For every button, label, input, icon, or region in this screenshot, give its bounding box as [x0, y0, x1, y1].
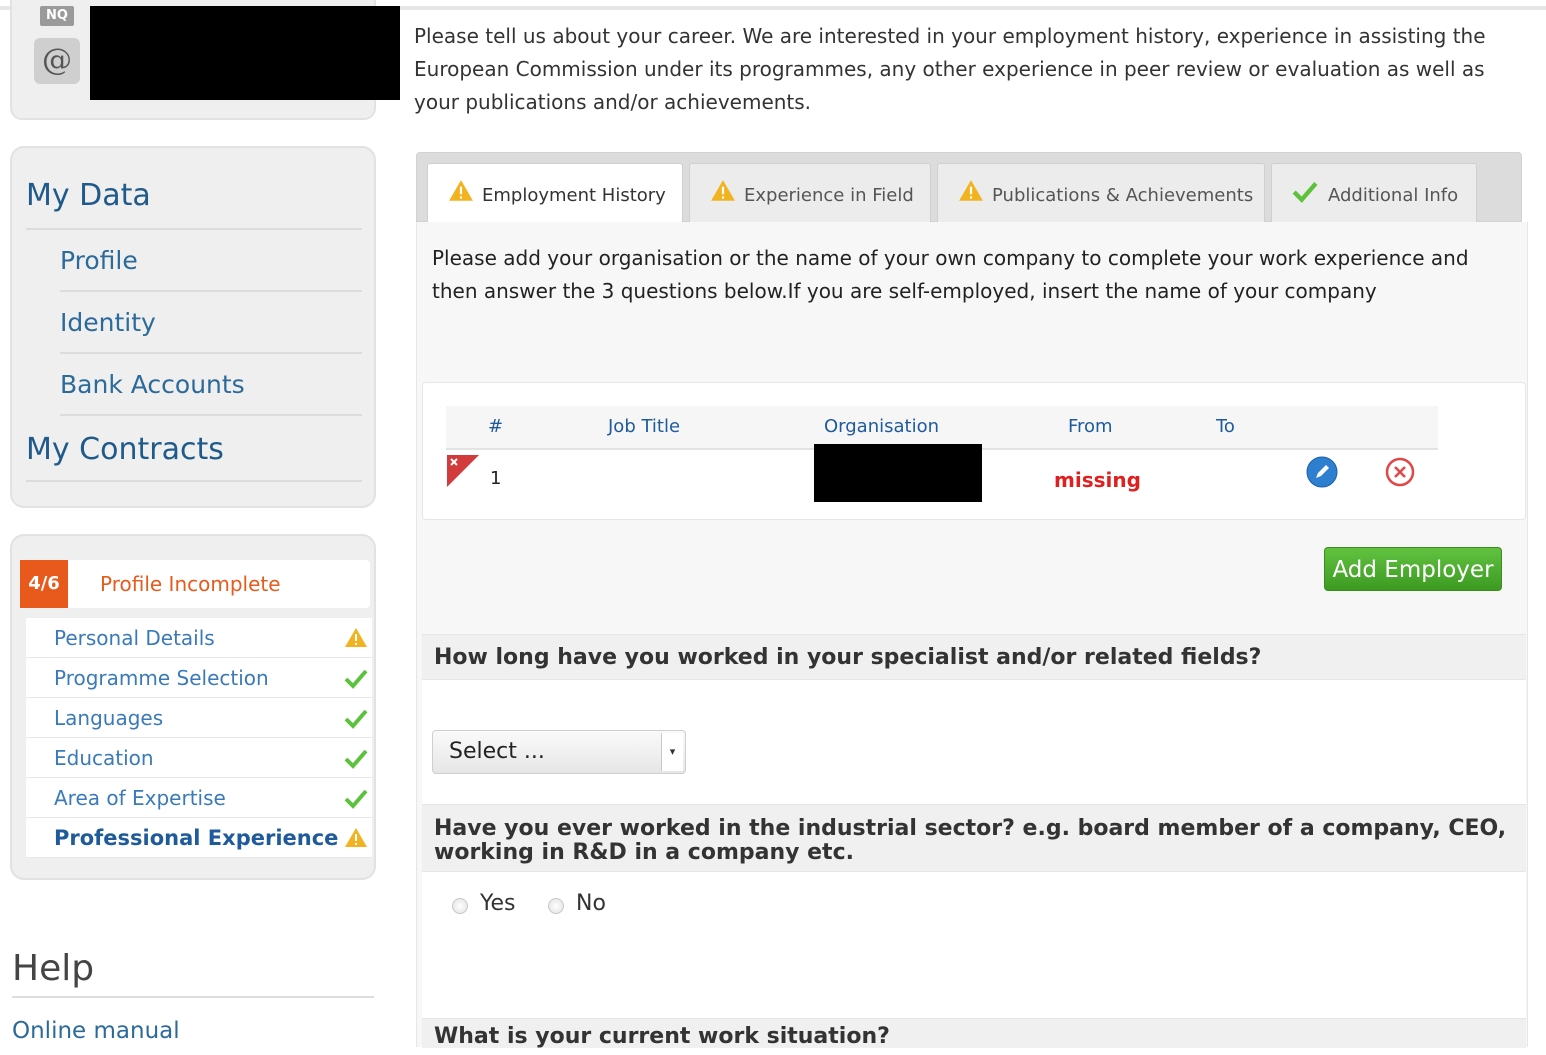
step-label: Professional Experience	[54, 826, 339, 850]
tab-label: Experience in Field	[744, 185, 914, 206]
radio-no[interactable]	[548, 898, 564, 914]
warning-icon	[449, 180, 473, 201]
tab-label: Additional Info	[1328, 185, 1459, 206]
nav-item-bank-accounts[interactable]: Bank Accounts	[60, 370, 245, 399]
step-label: Personal Details	[54, 626, 215, 650]
select-value: Select ...	[449, 739, 545, 764]
checkmark-icon	[1292, 181, 1318, 203]
help-title: Help	[12, 948, 95, 989]
missing-from-date: missing	[1054, 468, 1141, 492]
table-header-bg	[446, 406, 1438, 448]
warning-icon	[711, 180, 735, 201]
nav-item-profile[interactable]: Profile	[60, 246, 138, 275]
nav-separator	[60, 414, 362, 416]
checkmark-icon	[344, 789, 368, 809]
step-area-of-expertise[interactable]: Area of Expertise	[26, 778, 372, 818]
col-header-job-title: Job Title	[608, 416, 681, 437]
incomplete-flag-icon	[447, 455, 479, 487]
question-industrial-sector: Have you ever worked in the industrial s…	[422, 804, 1526, 872]
profile-status-header: 4/6 Profile Incomplete	[20, 560, 370, 608]
nav-separator	[60, 352, 362, 354]
delete-icon[interactable]	[1384, 456, 1416, 488]
step-label: Area of Expertise	[54, 786, 226, 810]
nav-separator	[60, 290, 362, 292]
step-label: Programme Selection	[54, 666, 269, 690]
radio-yes-label: Yes	[480, 891, 516, 916]
chevron-down-icon: ▾	[661, 733, 683, 771]
tabs-bar: Employment History Experience in Field P…	[416, 152, 1522, 225]
employment-instructions: Please add your organisation or the name…	[432, 246, 1469, 303]
step-professional-experience[interactable]: Professional Experience	[26, 818, 372, 858]
tab-experience-in-field[interactable]: Experience in Field	[689, 163, 931, 223]
nav-box: My Data Profile Identity Bank Accounts M…	[10, 146, 376, 508]
redacted-organisation	[814, 444, 982, 502]
question-work-duration: How long have you worked in your special…	[422, 634, 1526, 680]
radio-no-label: No	[576, 891, 606, 916]
sidebar: NQ @ My Data Profile Identity Bank Accou…	[0, 0, 400, 1047]
warning-icon	[345, 628, 367, 647]
tab-label: Employment History	[482, 185, 666, 206]
radio-yes[interactable]	[452, 898, 468, 914]
step-education[interactable]: Education	[26, 738, 372, 778]
checkmark-icon	[344, 709, 368, 729]
career-intro-text: Please tell us about your career. We are…	[414, 24, 1486, 114]
tab-publications-achievements[interactable]: Publications & Achievements	[937, 163, 1265, 223]
online-manual-link[interactable]: Online manual	[12, 1018, 180, 1044]
tab-employment-history[interactable]: Employment History	[427, 163, 683, 225]
col-header-from: From	[1068, 416, 1113, 437]
nav-my-data[interactable]: My Data	[26, 178, 151, 213]
add-employer-button[interactable]: Add Employer	[1324, 547, 1502, 591]
warning-icon	[345, 828, 367, 847]
user-box: NQ @	[10, 0, 400, 120]
profile-status-label: Profile Incomplete	[100, 572, 281, 596]
tab-additional-info[interactable]: Additional Info	[1271, 163, 1477, 223]
col-header-organisation: Organisation	[824, 416, 940, 437]
col-header-to: To	[1216, 416, 1235, 437]
nav-separator	[26, 228, 362, 230]
profile-status-box: 4/6 Profile Incomplete Personal Details …	[10, 534, 376, 880]
redacted-user-info	[90, 6, 400, 100]
checkmark-icon	[344, 749, 368, 769]
nav-separator	[26, 480, 362, 482]
nq-icon: NQ	[40, 6, 74, 26]
step-personal-details[interactable]: Personal Details	[26, 618, 372, 658]
table-row-number: 1	[490, 468, 502, 489]
checkmark-icon	[344, 669, 368, 689]
step-languages[interactable]: Languages	[26, 698, 372, 738]
step-label: Languages	[54, 706, 164, 730]
nav-item-identity[interactable]: Identity	[60, 308, 156, 337]
nav-my-contracts[interactable]: My Contracts	[26, 432, 224, 467]
help-separator	[12, 996, 374, 998]
col-header-number: #	[488, 416, 504, 437]
edit-icon[interactable]	[1306, 456, 1338, 488]
work-duration-select[interactable]: Select ... ▾	[432, 730, 686, 774]
tab-label: Publications & Achievements	[992, 185, 1254, 206]
step-label: Education	[54, 746, 154, 770]
step-programme-selection[interactable]: Programme Selection	[26, 658, 372, 698]
progress-badge: 4/6	[20, 560, 68, 608]
email-icon: @	[34, 38, 80, 84]
profile-step-list: Personal Details Programme Selection Lan…	[26, 618, 372, 858]
question-work-situation: What is your current work situation?	[422, 1018, 1526, 1049]
warning-icon	[959, 180, 983, 201]
